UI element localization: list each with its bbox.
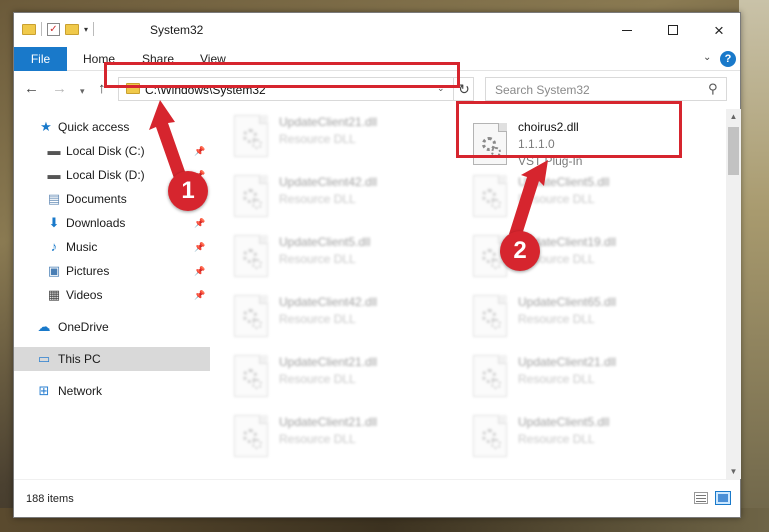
callout-badge-2: 2 — [500, 231, 540, 271]
callout-badge-1: 1 — [168, 171, 208, 211]
callout-arrows — [149, 100, 548, 238]
arrow-2-icon — [509, 160, 548, 238]
